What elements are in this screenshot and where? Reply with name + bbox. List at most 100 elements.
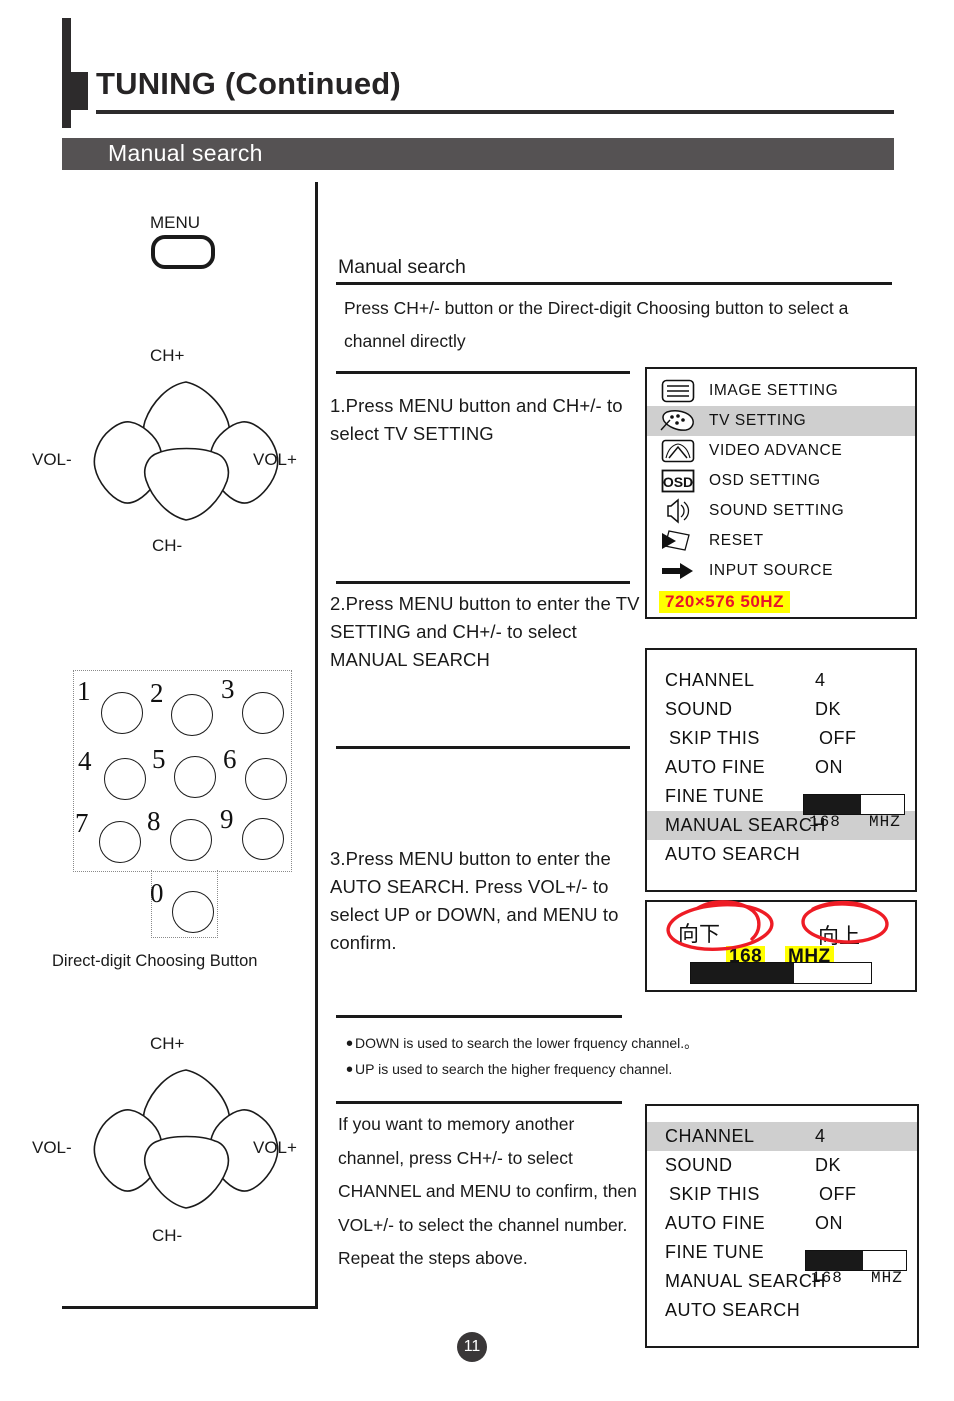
keypad-key-6[interactable] xyxy=(245,758,287,800)
osd-row-value: 4 xyxy=(815,1126,826,1146)
osd-row-name: SOUND xyxy=(665,1155,733,1175)
osd-row-auto-fine[interactable]: AUTO FINE ON xyxy=(647,753,915,782)
bullet-icon: • xyxy=(346,1033,354,1056)
closing-text: If you want to memory another channel, p… xyxy=(338,1114,637,1268)
osd-row-name: AUTO SEARCH xyxy=(665,844,801,864)
osd-row-value: DK xyxy=(815,699,842,719)
dpad-top-ch-up-label: CH+ xyxy=(150,346,185,365)
osd-row-value: DK xyxy=(815,1155,842,1175)
fine-tune-bar-a[interactable] xyxy=(803,794,905,815)
osd-row-name: FINE TUNE xyxy=(665,786,765,806)
osd-tv-setting-a[interactable]: CHANNEL 4 SOUND DK SKIP THIS OFF AUTO FI… xyxy=(645,648,917,892)
speaker-icon xyxy=(647,498,709,524)
osd-item-label: IMAGE SETTING xyxy=(709,382,839,399)
osd-row-channel[interactable]: CHANNEL 4 xyxy=(647,1122,917,1151)
keypad-key-4-label: 4 xyxy=(78,746,92,776)
menu-button[interactable] xyxy=(151,235,215,269)
osd-row-name: AUTO SEARCH xyxy=(665,1300,801,1320)
osd-item-osd-setting[interactable]: OSD OSD SETTING xyxy=(647,466,915,496)
fine-tune-value-a: 168 xyxy=(809,813,841,831)
keypad-key-2-label: 2 xyxy=(150,678,164,708)
osd-row-sound[interactable]: SOUND DK xyxy=(647,695,915,724)
osd-row-value: ON xyxy=(815,1213,843,1233)
note-up-text: UP is used to search the higher frequenc… xyxy=(355,1061,673,1077)
osd-item-image-setting[interactable]: IMAGE SETTING xyxy=(647,376,915,406)
resolution-badge: 720×576 50HZ xyxy=(659,591,790,613)
osd-item-video-advance[interactable]: VIDEO ADVANCE xyxy=(647,436,915,466)
separator-6 xyxy=(336,1101,622,1104)
keypad-key-1[interactable] xyxy=(101,692,143,734)
osd-row-channel[interactable]: CHANNEL 4 xyxy=(647,666,915,695)
osd-item-label: TV SETTING xyxy=(709,412,807,429)
content-heading: Manual search xyxy=(338,256,466,278)
osd-item-label: RESET xyxy=(709,532,764,549)
osd-row-skip-this[interactable]: SKIP THIS OFF xyxy=(647,1180,917,1209)
annotation-down-label: 向下 xyxy=(678,922,720,946)
osd-row-auto-search[interactable]: AUTO SEARCH xyxy=(647,1296,917,1325)
osd-row-name: MANUAL SEARCH xyxy=(665,815,826,835)
note-down-text: DOWN is used to search the lower frquenc… xyxy=(355,1035,699,1051)
osd-row-name: AUTO FINE xyxy=(665,1213,766,1233)
dpad-bottom-ch-down-label: CH- xyxy=(152,1226,183,1245)
section-bar-label: Manual search xyxy=(108,140,263,166)
step-3-text: 3.Press MENU button to enter the AUTO SE… xyxy=(330,848,619,953)
gamepad-icon xyxy=(647,408,709,434)
search-progress-bar[interactable] xyxy=(690,962,872,984)
osd-row-skip-this[interactable]: SKIP THIS OFF xyxy=(647,724,915,753)
keypad-key-6-label: 6 xyxy=(223,744,237,774)
video-waves-icon xyxy=(647,439,709,463)
bullet-icon: • xyxy=(346,1059,354,1082)
menu-button-label: MENU xyxy=(150,213,201,232)
step-1-text: 1.Press MENU button and CH+/- to select … xyxy=(330,395,623,444)
keypad-key-7[interactable] xyxy=(99,821,141,863)
keypad-key-9[interactable] xyxy=(242,818,284,860)
keypad-key-0-label: 0 xyxy=(150,878,164,908)
title-underline xyxy=(96,110,894,114)
osd-row-name: MANUAL SEARCH xyxy=(665,1271,826,1291)
osd-item-sound-setting[interactable]: SOUND SETTING xyxy=(647,496,915,526)
separator-3 xyxy=(336,581,630,584)
keypad-key-7-label: 7 xyxy=(75,808,89,838)
osd-row-name: FINE TUNE xyxy=(665,1242,765,1262)
keypad-key-5[interactable] xyxy=(174,756,216,798)
keypad-key-2[interactable] xyxy=(171,694,213,736)
osd-row-value: 4 xyxy=(815,670,826,690)
osd-row-name: CHANNEL xyxy=(665,670,755,690)
osd-tv-setting-b[interactable]: CHANNEL 4 SOUND DK SKIP THIS OFF AUTO FI… xyxy=(645,1104,919,1348)
keypad-key-0[interactable] xyxy=(172,891,214,933)
osd-row-name: AUTO FINE xyxy=(665,757,766,777)
separator-5 xyxy=(336,1015,622,1018)
page-title: TUNING (Continued) xyxy=(96,66,401,101)
fine-tune-bar-b[interactable] xyxy=(805,1250,907,1271)
corner-accent-block xyxy=(62,72,88,110)
osd-item-input-source[interactable]: INPUT SOURCE xyxy=(647,556,915,586)
keypad-key-8[interactable] xyxy=(170,819,212,861)
osd-icon: OSD xyxy=(647,469,709,493)
osd-row-name: SKIP THIS xyxy=(669,728,760,748)
osd-item-reset[interactable]: RESET xyxy=(647,526,915,556)
step-2-text: 2.Press MENU button to enter the TV SETT… xyxy=(330,593,640,670)
ch-down-key xyxy=(143,447,230,521)
dpad-bottom-vol-up-label: VOL+ xyxy=(253,1138,297,1157)
dpad-top-vol-up-label: VOL+ xyxy=(253,450,297,469)
osd-item-label: VIDEO ADVANCE xyxy=(709,442,843,459)
fine-tune-unit-a: MHZ xyxy=(869,813,901,831)
osd-main-menu[interactable]: IMAGE SETTING TV SETTING VIDEO ADVANCE O… xyxy=(645,367,917,619)
osd-item-label: INPUT SOURCE xyxy=(709,562,834,579)
keypad-key-3[interactable] xyxy=(242,692,284,734)
osd-row-name: CHANNEL xyxy=(665,1126,755,1146)
osd-row-auto-fine[interactable]: AUTO FINE ON xyxy=(647,1209,917,1238)
ch-down-key xyxy=(143,1135,230,1209)
osd-row-sound[interactable]: SOUND DK xyxy=(647,1151,917,1180)
osd-row-auto-search[interactable]: AUTO SEARCH xyxy=(647,840,915,869)
osd-row-value: ON xyxy=(815,757,843,777)
keypad-key-5-label: 5 xyxy=(152,744,166,774)
separator-4 xyxy=(336,746,630,749)
osd-item-tv-setting[interactable]: TV SETTING xyxy=(647,406,915,436)
keypad-key-4[interactable] xyxy=(104,758,146,800)
reset-arrow-icon xyxy=(647,528,709,554)
keypad-key-8-label: 8 xyxy=(147,806,161,836)
lines-screen-icon xyxy=(647,379,709,403)
fine-tune-unit-b: MHZ xyxy=(871,1269,903,1287)
keypad-key-3-label: 3 xyxy=(221,674,235,704)
